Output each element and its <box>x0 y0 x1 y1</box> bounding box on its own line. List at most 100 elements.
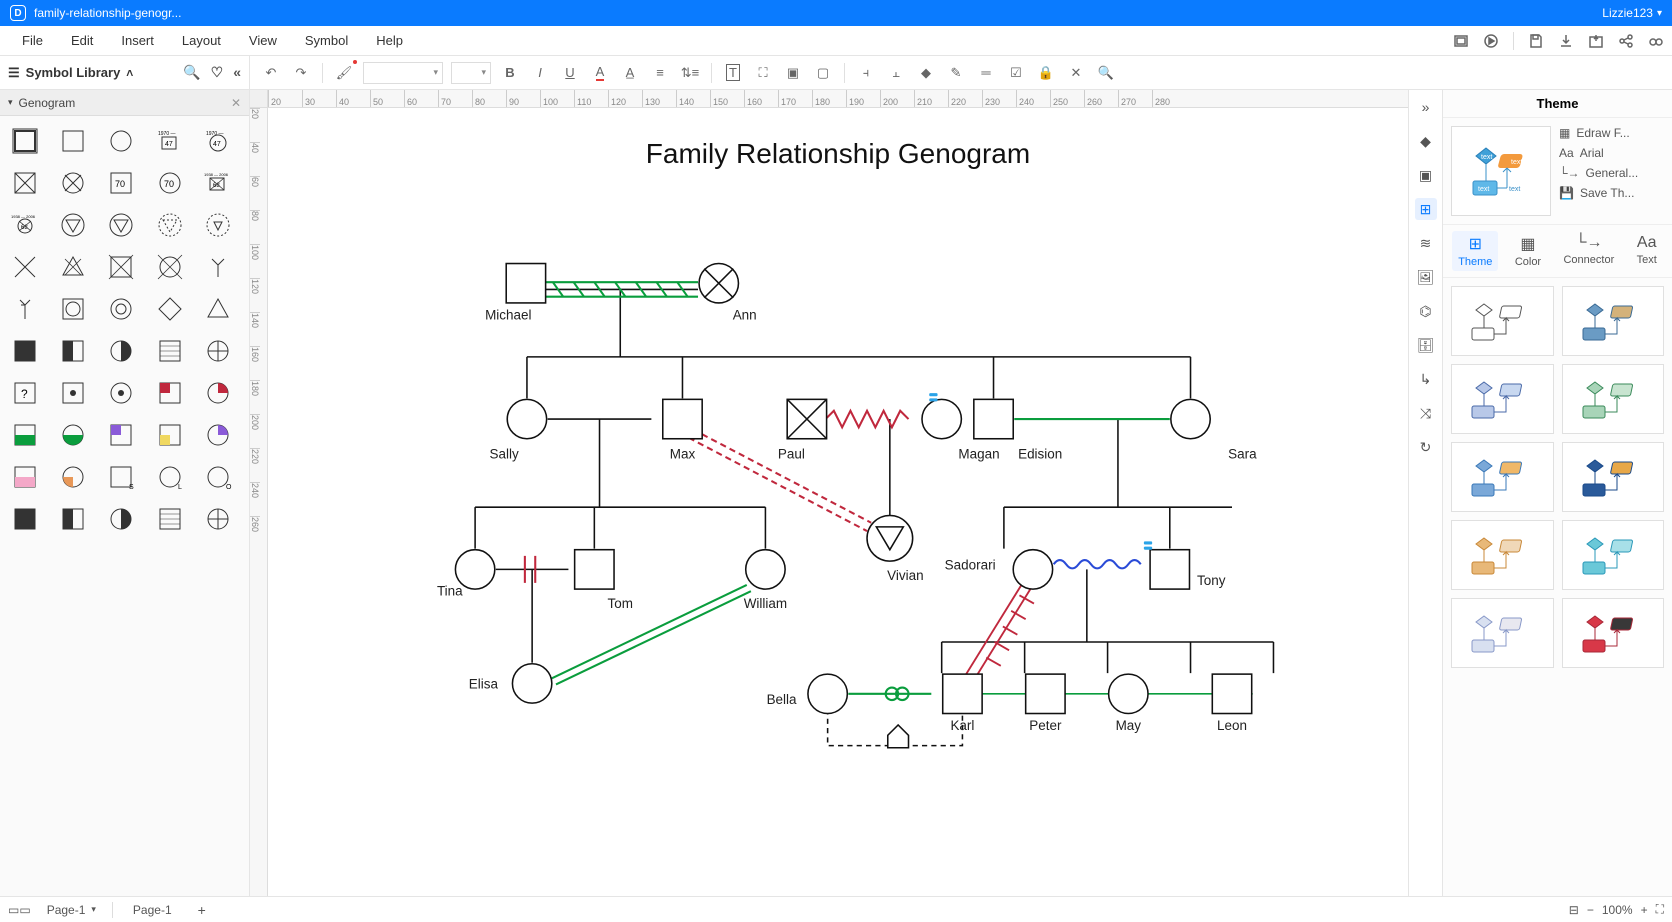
sym-extra[interactable] <box>102 332 140 370</box>
menu-help[interactable]: Help <box>362 29 417 52</box>
sym-extra[interactable] <box>199 374 237 412</box>
line-spacing-button[interactable]: ⇅≡ <box>679 62 701 84</box>
fit-width-icon[interactable]: ⊟ <box>1569 903 1579 917</box>
group-button[interactable]: ▣ <box>782 62 804 84</box>
sym-extra[interactable] <box>6 458 44 496</box>
sym-sq-x2[interactable] <box>102 248 140 286</box>
theme-card[interactable] <box>1451 364 1554 434</box>
collapse-left-icon[interactable]: « <box>233 64 241 81</box>
zoom-in-button[interactable]: + <box>1641 903 1648 917</box>
sym-tri-dash[interactable] <box>151 206 189 244</box>
sym-extra[interactable] <box>199 332 237 370</box>
theme-card[interactable] <box>1451 286 1554 356</box>
sym-extra[interactable] <box>199 500 237 538</box>
sym-extra[interactable] <box>199 416 237 454</box>
line-style-button[interactable]: ═ <box>975 62 997 84</box>
text-highlight-button[interactable]: A̲ <box>619 62 641 84</box>
theme-card[interactable] <box>1562 520 1665 590</box>
tab-text[interactable]: AaText <box>1631 231 1663 271</box>
sym-extra[interactable] <box>6 332 44 370</box>
sym-dates-circ[interactable]: 1938 — 200668 <box>6 206 44 244</box>
opt-connector[interactable]: └→General... <box>1559 166 1664 180</box>
sym-extra[interactable] <box>54 500 92 538</box>
sym-extra[interactable] <box>102 374 140 412</box>
theme-card[interactable] <box>1562 364 1665 434</box>
close-icon[interactable]: ✕ <box>231 96 241 110</box>
sym-extra[interactable] <box>102 416 140 454</box>
save-icon[interactable] <box>1528 33 1544 49</box>
page-selector[interactable]: Page-1▾ <box>41 901 102 919</box>
layers-icon[interactable]: ≋ <box>1415 232 1437 254</box>
sym-extra[interactable] <box>151 500 189 538</box>
search-icon[interactable]: 🔍 <box>183 64 200 81</box>
undo-button[interactable]: ↶ <box>260 62 282 84</box>
link-icon[interactable]: ↳ <box>1415 368 1437 390</box>
theme-card[interactable] <box>1451 598 1554 668</box>
download-icon[interactable] <box>1558 33 1574 49</box>
sym-male-plain[interactable] <box>54 122 92 160</box>
sym-age-sq[interactable]: 70 <box>102 164 140 202</box>
sym-female-x[interactable] <box>54 164 92 202</box>
pages-icon[interactable]: ▭▭ <box>8 903 31 917</box>
lock-button[interactable]: 🔒 <box>1035 62 1057 84</box>
redo-button[interactable]: ↷ <box>290 62 312 84</box>
share-icon[interactable] <box>1618 33 1634 49</box>
bold-button[interactable]: B <box>499 62 521 84</box>
ungroup-button[interactable]: ▢ <box>812 62 834 84</box>
sym-male-x[interactable] <box>6 164 44 202</box>
font-color-button[interactable]: A <box>589 62 611 84</box>
opt-save-theme[interactable]: 💾Save Th... <box>1559 186 1664 200</box>
sym-extra[interactable] <box>54 458 92 496</box>
tab-theme[interactable]: ⊞Theme <box>1452 231 1498 271</box>
font-family-select[interactable] <box>363 62 443 84</box>
sym-branch2[interactable] <box>6 290 44 328</box>
sym-extra[interactable]: O <box>199 458 237 496</box>
present-rect-icon[interactable] <box>1453 33 1469 49</box>
sym-extra[interactable] <box>54 374 92 412</box>
sym-tri-down2[interactable] <box>102 206 140 244</box>
zoom-out-button[interactable]: − <box>1587 903 1594 917</box>
sym-tri-up-x[interactable] <box>54 248 92 286</box>
align-button[interactable]: ≡ <box>649 62 671 84</box>
theme-strip-icon[interactable]: ⊞ <box>1415 198 1437 220</box>
line-color-button[interactable]: ✎ <box>945 62 967 84</box>
page-tab[interactable]: Page-1 <box>123 901 182 919</box>
menu-insert[interactable]: Insert <box>107 29 168 52</box>
tab-connector[interactable]: └→Connector <box>1557 231 1620 271</box>
sym-extra[interactable]: L <box>151 458 189 496</box>
text-tool-button[interactable]: T <box>722 62 744 84</box>
data-icon[interactable]: 🗄 <box>1415 334 1437 356</box>
shuffle-icon[interactable]: ⤨ <box>1415 402 1437 424</box>
sym-tri-up[interactable] <box>199 290 237 328</box>
align-objects-button[interactable]: ⫞ <box>855 62 877 84</box>
canvas-area[interactable]: 2030405060708090100110120130140150160170… <box>250 90 1408 896</box>
fullscreen-icon[interactable]: ⛶ <box>1656 902 1664 917</box>
theme-card[interactable] <box>1562 286 1665 356</box>
add-page-button[interactable]: + <box>192 900 212 920</box>
sym-age-circ[interactable]: 70 <box>151 164 189 202</box>
theme-card[interactable] <box>1562 442 1665 512</box>
sym-extra[interactable] <box>6 500 44 538</box>
sym-tri-small[interactable] <box>199 206 237 244</box>
heart-icon[interactable]: ♡ <box>211 64 224 81</box>
sym-extra[interactable] <box>151 332 189 370</box>
sym-extra[interactable] <box>54 332 92 370</box>
sym-circ-dot[interactable] <box>102 290 140 328</box>
sym-extra[interactable] <box>102 500 140 538</box>
format-painter-button[interactable]: 🖌 <box>333 62 355 84</box>
sym-sq-dot[interactable] <box>54 290 92 328</box>
sym-tri-down[interactable] <box>54 206 92 244</box>
menu-layout[interactable]: Layout <box>168 29 235 52</box>
sym-circ-x2[interactable] <box>151 248 189 286</box>
italic-button[interactable]: I <box>529 62 551 84</box>
menu-view[interactable]: View <box>235 29 291 52</box>
sym-diamond[interactable] <box>151 290 189 328</box>
menu-file[interactable]: File <box>8 29 57 52</box>
sym-extra[interactable] <box>54 416 92 454</box>
sym-extra[interactable] <box>6 416 44 454</box>
distribute-button[interactable]: ⫠ <box>885 62 907 84</box>
sym-extra[interactable]: S <box>102 458 140 496</box>
sym-year-sq[interactable]: 1970 —47 <box>151 122 189 160</box>
export-icon[interactable] <box>1588 33 1604 49</box>
fill-icon[interactable]: ◆ <box>1415 130 1437 152</box>
